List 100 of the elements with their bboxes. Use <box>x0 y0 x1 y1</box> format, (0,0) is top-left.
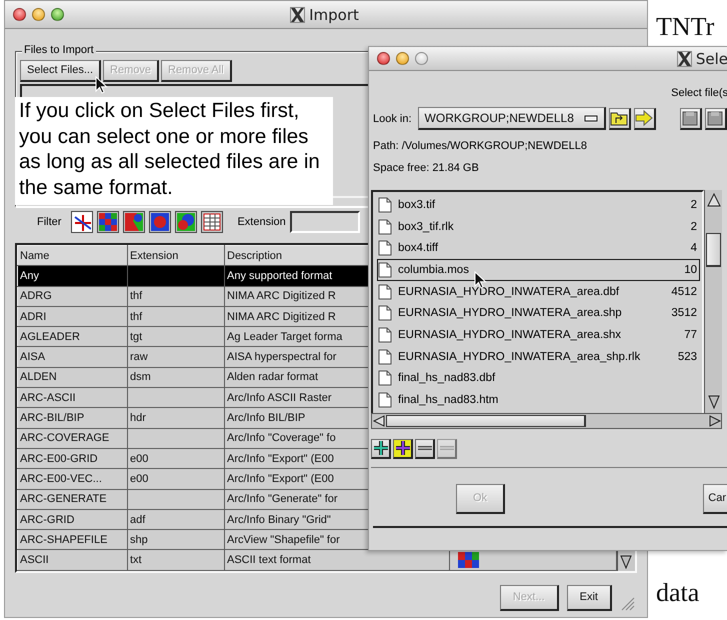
dialog-button[interactable]: Exit <box>566 585 612 611</box>
look-in-label: Look in: <box>373 112 412 124</box>
toolbar-button[interactable] <box>704 108 727 130</box>
arrow-button[interactable] <box>634 108 656 130</box>
table-cell[interactable]: Any <box>18 266 128 286</box>
table-cell: dsm <box>128 367 224 388</box>
scroll-left-arrow-icon[interactable] <box>372 414 386 428</box>
group-label: Files to Import <box>22 44 96 56</box>
file-size: 4 <box>690 242 698 254</box>
space-free-text: Space free: 21.84 GB <box>373 162 480 174</box>
dropdown-indicator-icon <box>584 114 598 122</box>
toolbar-button[interactable]: Select Files... <box>20 60 102 82</box>
table-cell[interactable]: ADRG <box>18 286 128 306</box>
table-cell: thf <box>128 286 224 306</box>
file-row[interactable]: box3.tif 2 <box>377 194 700 216</box>
filter-button[interactable] <box>97 211 120 233</box>
file-size: 4512 <box>671 286 698 298</box>
filter-button[interactable] <box>201 211 224 233</box>
filter-button[interactable] <box>175 211 198 233</box>
table-icon <box>203 213 222 231</box>
table-cell[interactable]: ARC-COVERAGE <box>18 428 128 448</box>
table-cell: ASCII text format <box>224 550 450 570</box>
file-size: 77 <box>684 328 698 341</box>
overlapping-circles-icon <box>177 213 196 231</box>
extension-field[interactable] <box>290 211 360 233</box>
table-cell: thf <box>128 306 224 327</box>
arrow-icon <box>635 109 654 127</box>
list-action-button[interactable] <box>371 438 391 459</box>
file-size: 2 <box>690 198 698 211</box>
table-cell[interactable]: ARC-E00-VEC... <box>18 468 128 490</box>
file-icon <box>378 284 392 300</box>
file-icon <box>378 392 392 408</box>
list-action-button[interactable] <box>393 438 413 459</box>
callout-note: If you click on Select Files first, you can select one or more files as long as all selected files are in the same format. <box>15 97 333 205</box>
filter-label: Filter <box>37 216 62 228</box>
table-cell: adf <box>128 509 224 530</box>
plus-icon <box>372 440 388 456</box>
window-title: Sele <box>696 50 727 68</box>
axes-icon <box>73 213 92 231</box>
table-cell: hdr <box>128 408 224 428</box>
file-size: 523 <box>678 350 698 363</box>
file-icon <box>378 218 392 235</box>
toolbar-button[interactable] <box>680 108 702 130</box>
file-size: 2 <box>690 220 698 233</box>
column-header: Name <box>18 246 128 266</box>
plus-icon <box>394 440 410 456</box>
table-cell[interactable]: ARC-SHAPEFILE <box>18 530 128 550</box>
scroll-thumb[interactable] <box>706 233 721 268</box>
close-button[interactable] <box>13 8 26 21</box>
filter-button[interactable] <box>149 211 172 233</box>
window-title: Import <box>309 6 359 24</box>
checker-grid-icon <box>99 213 118 231</box>
table-cell: e00 <box>128 448 224 469</box>
extension-label: Extension <box>237 216 286 228</box>
scroll-down-arrow-icon[interactable] <box>706 392 722 411</box>
minus-icon <box>438 445 454 452</box>
scroll-thumb[interactable] <box>386 414 586 427</box>
scroll-down-arrow-icon[interactable] <box>618 552 634 571</box>
file-icon <box>378 262 392 278</box>
table-cell[interactable]: ARC-E00-GRID <box>18 448 128 469</box>
table-cell[interactable]: ALDEN <box>18 367 128 388</box>
filter-button[interactable] <box>123 211 146 233</box>
minimize-button[interactable] <box>396 52 409 65</box>
x-logo-icon <box>290 6 306 22</box>
list-action-button[interactable] <box>415 438 435 459</box>
close-button[interactable] <box>377 52 390 65</box>
table-cell[interactable]: AISA <box>18 346 128 368</box>
file-name: box3_tif.rlk <box>398 220 454 233</box>
cancel-button[interactable]: Car <box>703 484 727 514</box>
table-cell: tgt <box>128 326 224 347</box>
table-cell[interactable]: ARC-GRID <box>18 509 128 530</box>
table-cell[interactable]: ARC-ASCII <box>18 388 128 408</box>
scroll-up-arrow-icon[interactable] <box>706 192 722 208</box>
box-icon <box>706 109 724 127</box>
folder-up-button[interactable] <box>608 108 631 130</box>
column-header: Extension <box>128 246 224 266</box>
checker-grid-icon <box>458 552 479 568</box>
look-in-dropdown[interactable]: WORKGROUP;NEWDELL8 <box>418 107 606 130</box>
file-row[interactable]: columbia.mos 10 <box>377 259 700 281</box>
table-cell: raw <box>128 346 224 368</box>
dot-icon <box>151 213 170 231</box>
zoom-button[interactable] <box>51 8 64 21</box>
resize-grip-icon[interactable] <box>620 596 635 611</box>
table-cell[interactable]: ADRI <box>18 306 128 327</box>
filter-button[interactable] <box>71 211 94 233</box>
table-cell: txt <box>128 550 224 570</box>
scroll-right-arrow-icon[interactable] <box>707 414 721 428</box>
file-name: box3.tif <box>398 198 436 211</box>
minimize-button[interactable] <box>32 8 45 21</box>
file-row[interactable]: box3_tif.rlk 2 <box>377 216 700 238</box>
table-cell[interactable]: ASCII <box>18 550 128 570</box>
file-icon <box>378 370 392 386</box>
table-cell[interactable]: AGLEADER <box>18 326 128 347</box>
zoom-button[interactable] <box>415 52 428 65</box>
table-cell[interactable]: ARC-BIL/BIP <box>18 408 128 428</box>
file-icon <box>378 348 392 365</box>
file-icon <box>378 240 392 256</box>
table-cell: e00 <box>128 468 224 490</box>
page-text: TNTr <box>656 12 714 42</box>
table-cell[interactable]: ARC-GENERATE <box>18 489 128 510</box>
